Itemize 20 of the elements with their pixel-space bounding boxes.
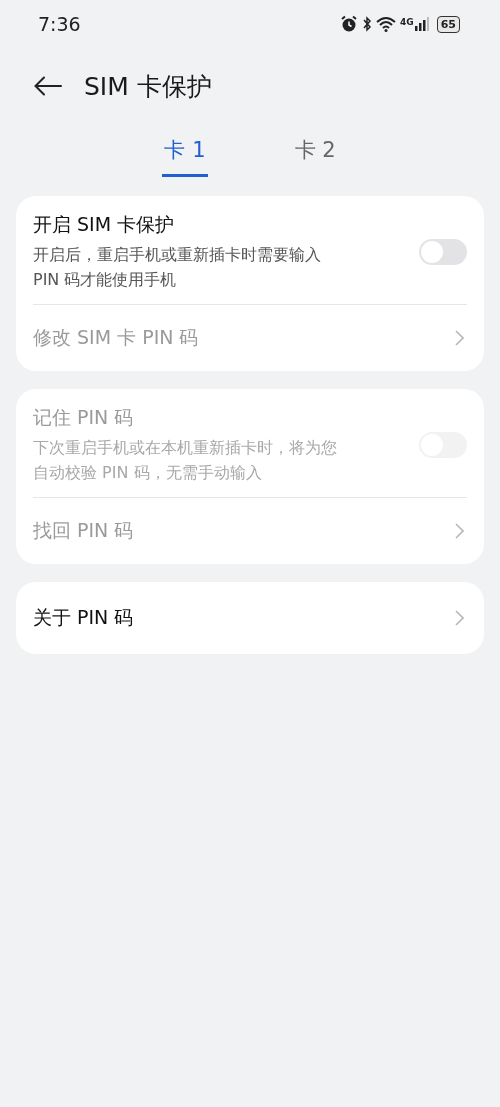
setting-description: 开启后，重启手机或重新插卡时需要输入 PIN 码才能使用手机 — [33, 244, 322, 291]
chevron-icon — [455, 523, 464, 539]
status-time: 7:36 — [38, 13, 81, 35]
setting-item[interactable]: 关于 PIN 码 — [33, 582, 467, 654]
setting-title: 记住 PIN 码 — [33, 405, 135, 430]
setting-title: 开启 SIM 卡保护 — [33, 212, 176, 237]
battery-indicator: 65 — [436, 15, 460, 33]
chevron-icon — [455, 610, 464, 626]
tab[interactable]: 卡 1 — [162, 136, 208, 177]
alarm-icon — [340, 15, 359, 33]
bluetooth-icon — [362, 15, 373, 33]
network-label: 4G — [400, 17, 414, 27]
chevron-icon — [455, 330, 464, 346]
wifi-icon — [376, 16, 397, 32]
page-title: SIM 卡保护 — [84, 70, 212, 103]
setting-description: 下次重启手机或在本机重新插卡时，将为您自动校验 PIN 码，无需手动输入 — [33, 437, 338, 484]
toggle-switch[interactable] — [419, 239, 467, 265]
tab[interactable]: 卡 2 — [292, 136, 338, 177]
back-icon[interactable] — [34, 76, 62, 96]
signal-icon — [414, 17, 429, 31]
